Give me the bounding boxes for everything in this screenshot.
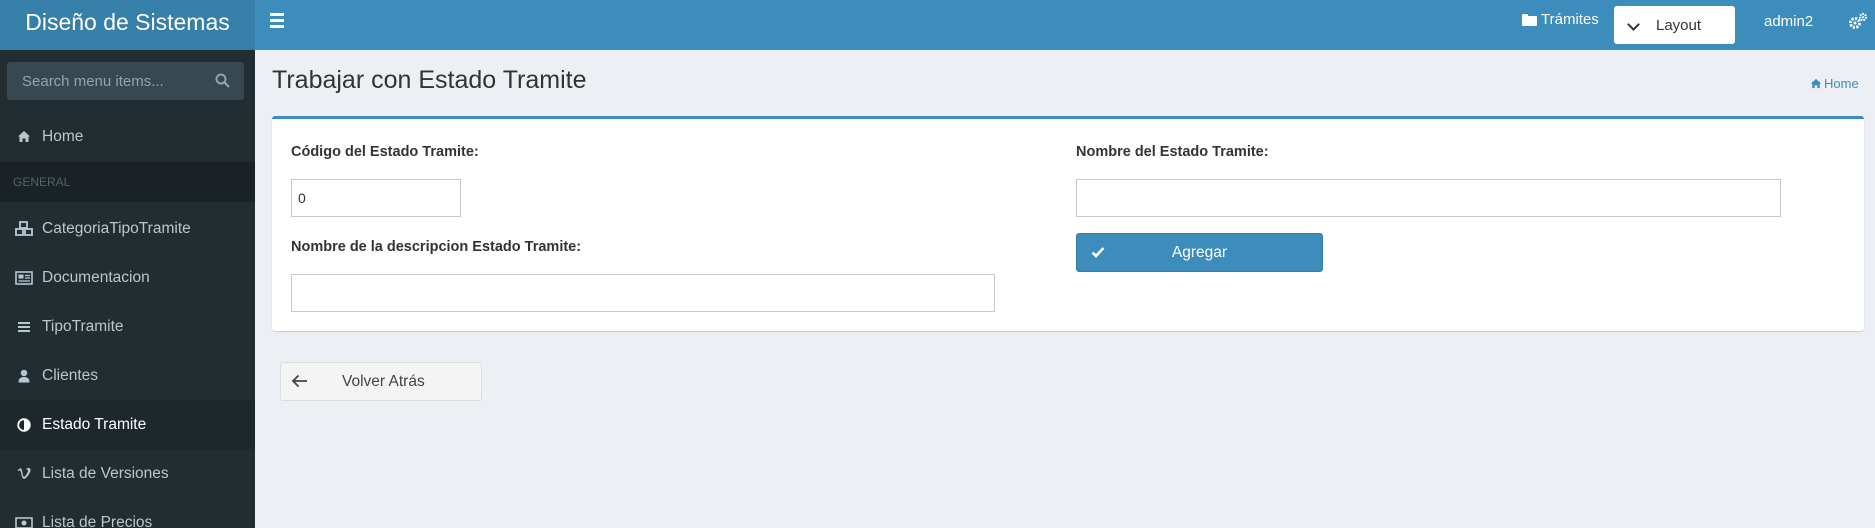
- page-title: Trabajar con Estado Tramite: [272, 66, 587, 94]
- sidebar-item-label: TipoTramite: [42, 317, 124, 335]
- home-icon: [15, 128, 33, 146]
- adjust-icon: [15, 416, 33, 434]
- list-icon: [15, 318, 33, 336]
- user-menu[interactable]: admin2: [1764, 13, 1813, 30]
- sidebar-item-estado-tramite[interactable]: Estado Tramite: [0, 400, 255, 449]
- sidebar-item-clientes[interactable]: Clientes: [0, 351, 255, 400]
- layout-label: Layout: [1656, 16, 1702, 34]
- section-header-label: GENERAL: [13, 175, 71, 189]
- newspaper-icon: [15, 269, 33, 287]
- sidebar-item-home[interactable]: Home: [0, 112, 255, 161]
- sidebar-item-label: Lista de Precios: [42, 513, 153, 528]
- sidebar: Search menu items... Home GENERAL Catego…: [0, 50, 255, 528]
- sidebar-item-lista-de-precios[interactable]: Lista de Precios: [0, 498, 255, 528]
- sidebar-item-label: Estado Tramite: [42, 415, 147, 433]
- top-navbar: Diseño de Sistemas Trámites Layout admin…: [0, 0, 1875, 50]
- sidebar-item-tipotramite[interactable]: TipoTramite: [0, 302, 255, 351]
- sidebar-item-label: Lista de Versiones: [42, 464, 169, 482]
- home-icon: [1810, 78, 1822, 89]
- breadcrumb[interactable]: Home: [1810, 76, 1859, 91]
- back-button-label: Volver Atrás: [342, 373, 425, 390]
- add-button-label: Agregar: [1171, 244, 1228, 261]
- codigo-field[interactable]: 0: [291, 179, 461, 217]
- search-input[interactable]: Search menu items...: [7, 62, 244, 100]
- sidebar-item-label: Clientes: [42, 366, 98, 384]
- nav-tramites-label: Trámites: [1541, 11, 1599, 28]
- gears-icon[interactable]: [1848, 12, 1868, 32]
- codigo-label: Código del Estado Tramite:: [291, 144, 479, 160]
- vimeo-icon: [15, 465, 33, 483]
- descripcion-field[interactable]: [291, 274, 995, 312]
- breadcrumb-home: Home: [1824, 76, 1859, 91]
- nav-tramites-link[interactable]: Trámites: [1522, 11, 1599, 28]
- sidebar-item-documentacion[interactable]: Documentacion: [0, 253, 255, 302]
- sidebar-item-categoriatipotramite[interactable]: CategoriaTipoTramite: [0, 204, 255, 253]
- nombre-label: Nombre del Estado Tramite:: [1076, 144, 1269, 160]
- search-placeholder: Search menu items...: [22, 73, 164, 90]
- layout-dropdown[interactable]: Layout: [1614, 6, 1735, 44]
- chevron-down-icon: [1627, 19, 1639, 31]
- cubes-icon: [15, 220, 33, 238]
- sidebar-item-label: CategoriaTipoTramite: [42, 219, 191, 237]
- sidebar-item-label: Documentacion: [42, 268, 150, 286]
- add-button[interactable]: Agregar: [1076, 233, 1323, 272]
- app-logo[interactable]: Diseño de Sistemas: [0, 0, 255, 50]
- folder-icon: [1522, 13, 1537, 26]
- arrow-left-icon: [291, 374, 307, 388]
- user-icon: [15, 367, 33, 385]
- sidebar-item-lista-de-versiones[interactable]: Lista de Versiones: [0, 449, 255, 498]
- descripcion-label: Nombre de la descripcion Estado Tramite:: [291, 239, 582, 255]
- back-button[interactable]: Volver Atrás: [280, 362, 482, 401]
- sidebar-toggle-icon[interactable]: [270, 13, 288, 31]
- money-icon: [15, 514, 33, 528]
- nombre-field[interactable]: [1076, 179, 1781, 217]
- sidebar-section-header: GENERAL: [0, 162, 255, 202]
- search-icon[interactable]: [215, 73, 230, 88]
- sidebar-item-label: Home: [42, 127, 84, 145]
